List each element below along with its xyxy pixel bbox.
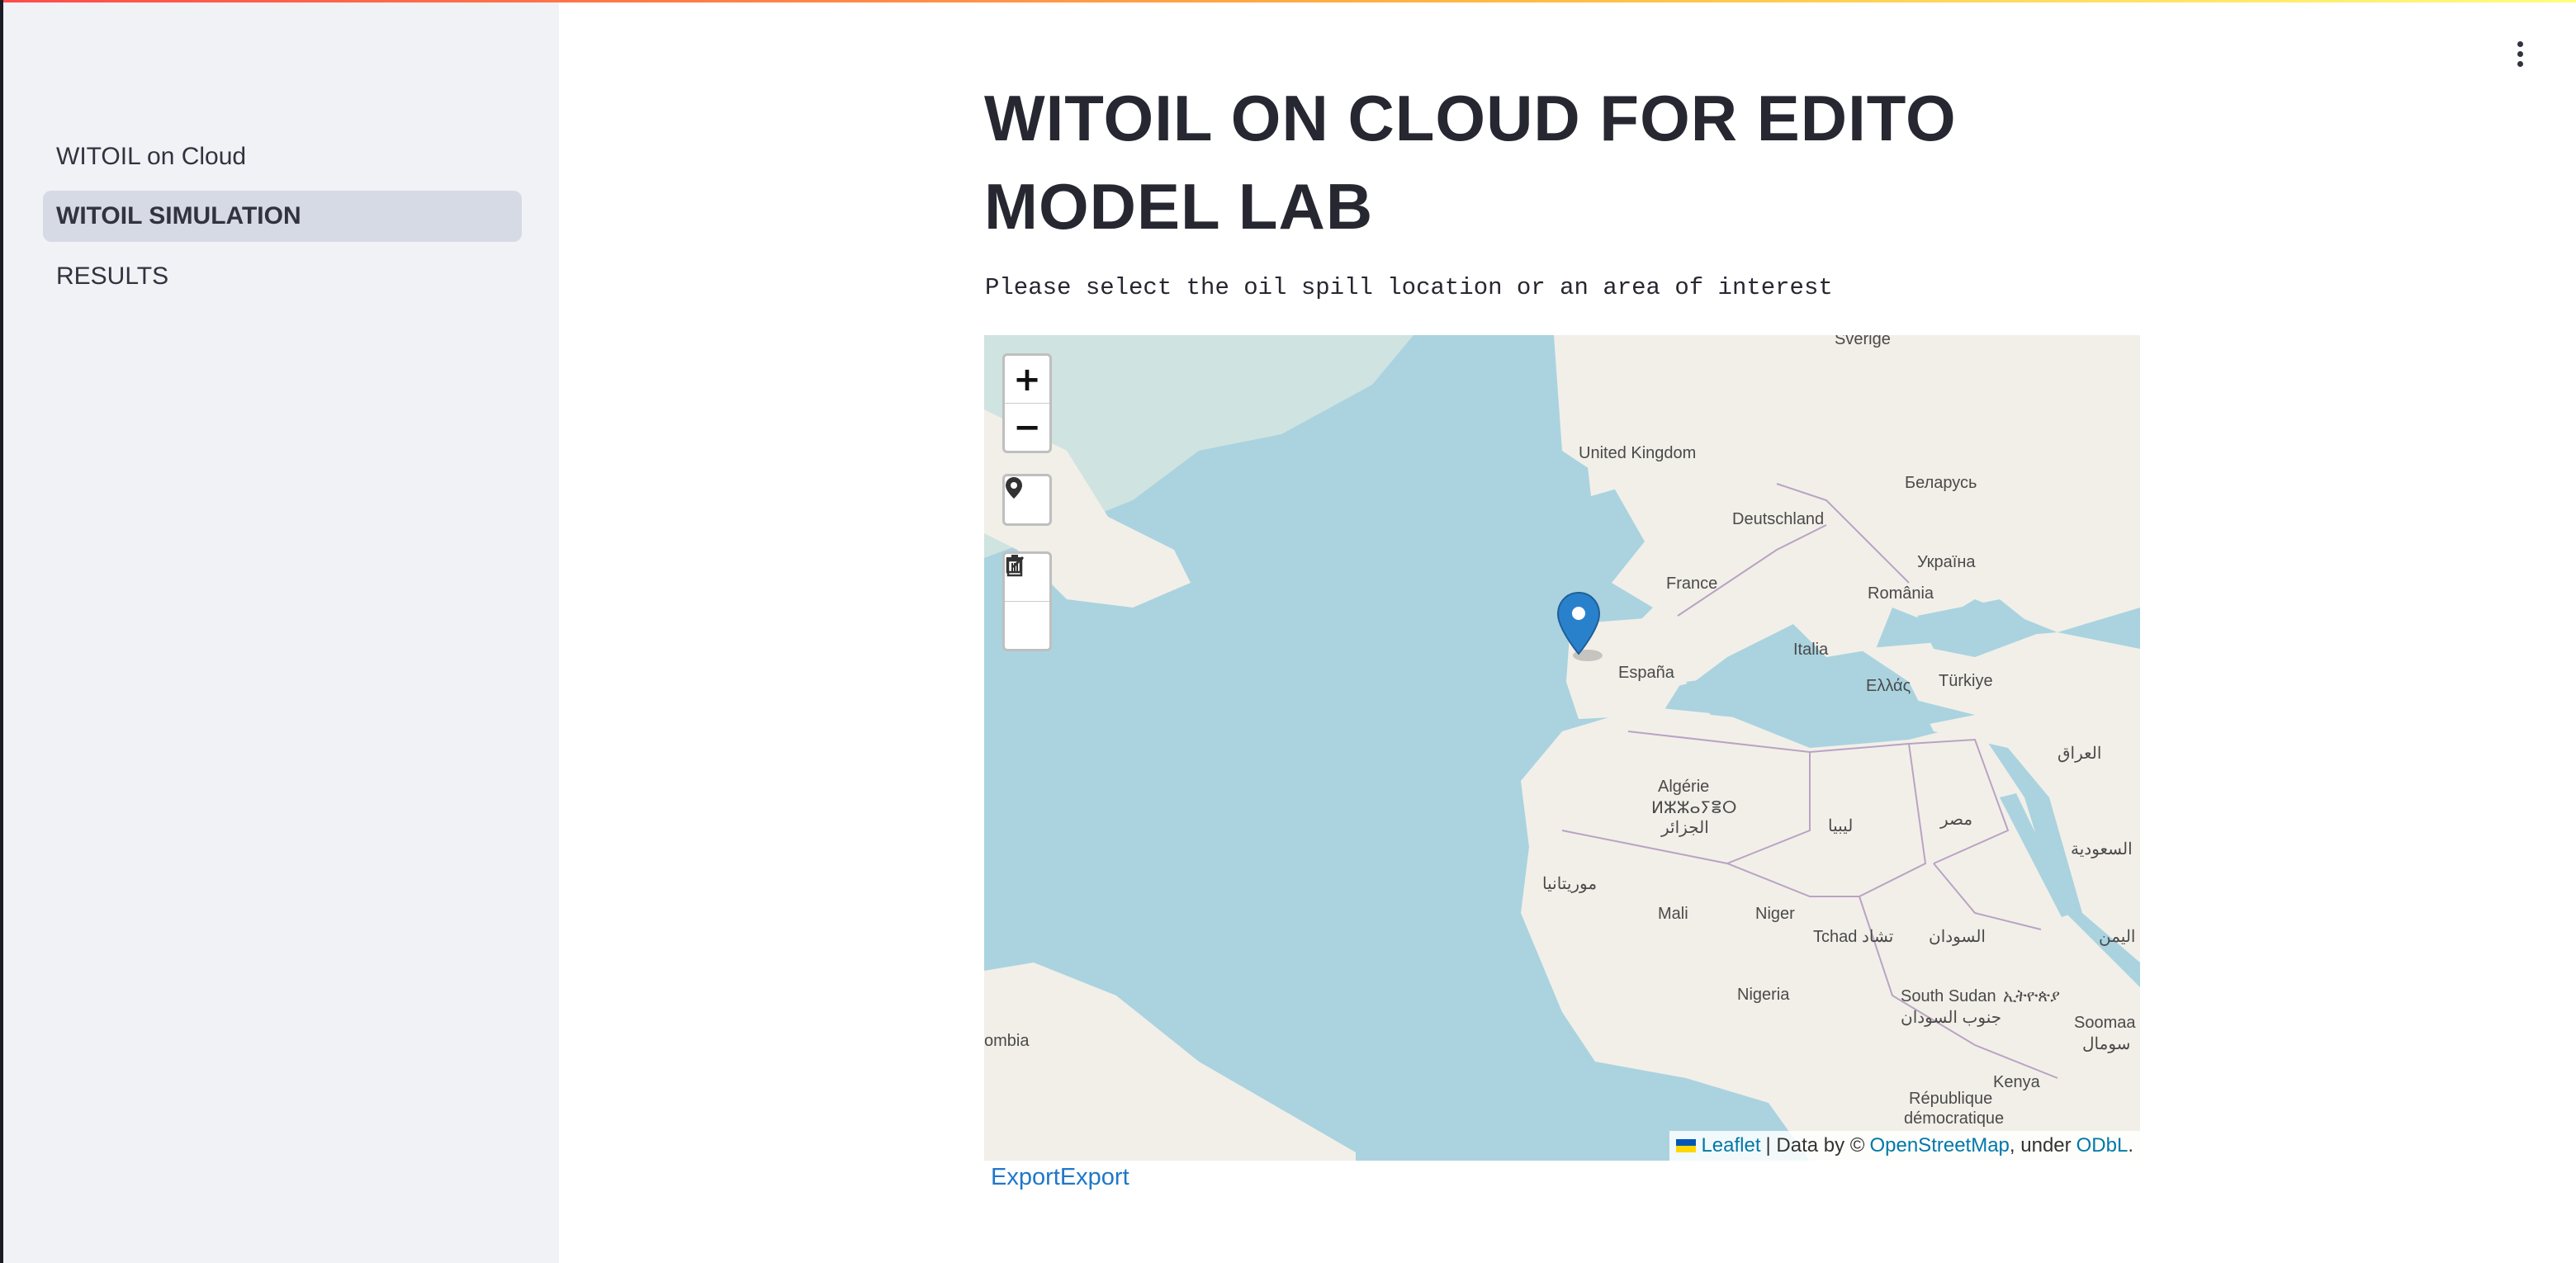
instruction-text: Please select the oil spill location or …: [985, 274, 1833, 301]
map-label: România: [1868, 584, 1934, 603]
map-label: España: [1618, 664, 1674, 682]
edit-control: [1002, 551, 1052, 651]
map-label: démocratique: [1904, 1109, 2005, 1128]
map-label: Niger: [1755, 905, 1795, 923]
page-title: WITOIL ON CLOUD FOR EDITO MODEL LAB: [984, 74, 2057, 251]
page-title-line-1: WITOIL ON CLOUD FOR EDITO: [984, 82, 1957, 154]
map-label: Беларусь: [1905, 474, 1977, 492]
main-menu-icon[interactable]: [2510, 41, 2530, 74]
map-label: موريتانيا: [1542, 875, 1598, 893]
map-label: الجزائر: [1661, 819, 1709, 837]
leaflet-link[interactable]: Leaflet: [1701, 1134, 1760, 1157]
map-label: ኢትዮጵያ: [2003, 987, 2060, 1005]
trash-icon: [1006, 555, 1023, 577]
map-label: South Sudan: [1901, 987, 1996, 1005]
ukraine-flag-icon: [1676, 1139, 1697, 1152]
map-label: Ελλάς: [1866, 677, 1911, 695]
delete-layers-button[interactable]: [1005, 555, 1049, 649]
map-label: Tchad تشاد: [1813, 928, 1894, 946]
map-label: Türkiye: [1939, 672, 1993, 690]
map-label: ombia: [984, 1032, 1030, 1050]
sidebar-item-results[interactable]: RESULTS: [43, 251, 522, 302]
map-attribution: Leaflet | Data by © OpenStreetMap , unde…: [1669, 1131, 2140, 1161]
marker-control: [1002, 474, 1052, 526]
map-label: Soomaa: [2074, 1014, 2136, 1032]
map-label: السودان: [1929, 928, 1986, 946]
map-marker-icon: [1006, 477, 1022, 499]
map-label: ⵍⵣⵣⴰⵢⴻⵔ: [1651, 799, 1737, 817]
map-label: Nigeria: [1737, 986, 1790, 1004]
map-label: Mali: [1658, 905, 1688, 923]
map-label: جنوب السودان: [1901, 1009, 2002, 1027]
attribution-text: .: [2128, 1134, 2133, 1157]
map-label: République: [1909, 1090, 1993, 1108]
sidebar: WITOIL on Cloud WITOIL SIMULATION RESULT…: [3, 2, 559, 1263]
zoom-in-button[interactable]: +: [1005, 356, 1049, 403]
map-label: France: [1666, 575, 1718, 593]
zoom-control: + −: [1002, 353, 1052, 453]
map-label: Kenya: [1993, 1073, 2040, 1091]
map-label: العراق: [2057, 745, 2102, 763]
map-tiles: [984, 335, 2140, 1161]
map-label: Algérie: [1658, 778, 1710, 796]
draw-marker-button[interactable]: [1005, 476, 1049, 523]
map-label: Italia: [1793, 641, 1829, 659]
sidebar-item-witoil-simulation[interactable]: WITOIL SIMULATION: [43, 191, 522, 242]
map-label: Україна: [1917, 553, 1976, 571]
map-label: United Kingdom: [1579, 444, 1697, 462]
map-label: Sverige: [1835, 335, 1891, 348]
zoom-out-button[interactable]: −: [1005, 403, 1049, 451]
odbl-link[interactable]: ODbL: [2076, 1134, 2129, 1157]
map-view[interactable]: United Kingdom Deutschland Беларусь Fran…: [984, 335, 2140, 1161]
attribution-text: | Data by ©: [1765, 1134, 1865, 1157]
export-link[interactable]: ExportExport: [991, 1164, 1129, 1191]
attribution-text: , under: [2009, 1134, 2072, 1157]
map-label: ليبيا: [1828, 817, 1854, 835]
map-label: Deutschland: [1732, 510, 1825, 528]
map-label: مصر: [1940, 811, 1973, 829]
page-title-line-2: MODEL LAB: [984, 170, 1374, 243]
map-label: السعودية: [2071, 840, 2133, 859]
openstreetmap-link[interactable]: OpenStreetMap: [1869, 1134, 2009, 1157]
map-label: سومال: [2082, 1035, 2131, 1053]
map-marker-icon[interactable]: [1556, 591, 1606, 674]
map-label: اليمن: [2099, 928, 2136, 946]
sidebar-item-witoil-on-cloud[interactable]: WITOIL on Cloud: [43, 131, 522, 182]
